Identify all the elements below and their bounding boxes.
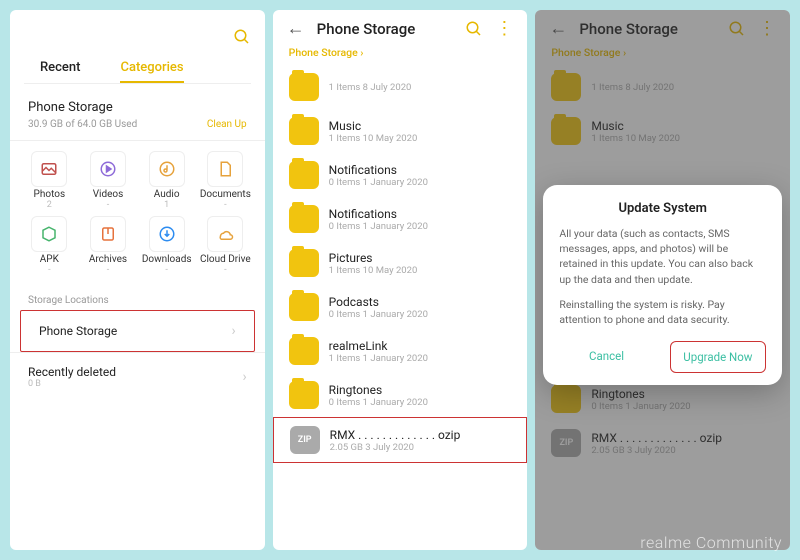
folder-icon <box>289 249 319 277</box>
screen-phone-storage: ← Phone Storage ⋮ Phone Storage › 1 Item… <box>273 10 528 550</box>
cat-cloud[interactable]: Cloud Drive- <box>196 216 255 275</box>
folder-icon <box>289 381 319 409</box>
list-item[interactable]: Ringtones0 Items 1 January 2020 <box>273 373 528 417</box>
list-item-ozip[interactable]: ZIPRMX . . . . . . . . . . . . . ozip2.0… <box>273 417 528 463</box>
folder-icon <box>289 161 319 189</box>
storage-title: Phone Storage <box>10 84 265 119</box>
folder-icon <box>289 117 319 145</box>
screen-categories: Recent Categories Phone Storage 30.9 GB … <box>10 10 265 550</box>
list-item[interactable]: Notifications0 Items 1 January 2020 <box>273 153 528 197</box>
list-item[interactable]: 1 Items 8 July 2020 <box>273 65 528 109</box>
cleanup-link[interactable]: Clean Up <box>207 119 247 130</box>
upgrade-now-button[interactable]: Upgrade Now <box>670 341 766 373</box>
cat-downloads[interactable]: Downloads- <box>137 216 196 275</box>
chevron-right-icon: › <box>242 369 246 385</box>
menu-icon[interactable]: ⋮ <box>495 20 513 38</box>
chevron-right-icon: › <box>231 323 235 339</box>
folder-icon <box>289 205 319 233</box>
cat-videos[interactable]: Videos- <box>79 151 138 210</box>
folder-icon <box>289 293 319 321</box>
folder-icon <box>289 73 319 101</box>
page-title: Phone Storage <box>317 20 466 38</box>
cat-apk[interactable]: APK- <box>20 216 79 275</box>
row-phone-storage[interactable]: Phone Storage› <box>20 310 255 352</box>
row-recently-deleted[interactable]: Recently deleted 0 B › <box>10 352 265 401</box>
list-item[interactable]: Podcasts0 Items 1 January 2020 <box>273 285 528 329</box>
cat-documents[interactable]: Documents- <box>196 151 255 210</box>
screen-update-dialog: ← Phone Storage ⋮ Phone Storage › 1 Item… <box>535 10 790 550</box>
folder-icon <box>289 337 319 365</box>
back-icon[interactable]: ← <box>287 20 305 38</box>
list-item[interactable]: Music1 Items 10 May 2020 <box>273 109 528 153</box>
list-item[interactable]: Pictures1 Items 10 May 2020 <box>273 241 528 285</box>
list-item[interactable]: realmeLink1 Items 1 January 2020 <box>273 329 528 373</box>
cat-archives[interactable]: Archives- <box>79 216 138 275</box>
cancel-button[interactable]: Cancel <box>559 341 653 373</box>
list-item[interactable]: Notifications0 Items 1 January 2020 <box>273 197 528 241</box>
dialog-text: Reinstalling the system is risky. Pay at… <box>559 297 766 327</box>
dialog-title: Update System <box>559 201 766 216</box>
search-icon[interactable] <box>465 20 483 38</box>
cat-audio[interactable]: Audio1 <box>137 151 196 210</box>
zip-icon: ZIP <box>290 426 320 454</box>
dialog-update-system: Update System All your data (such as con… <box>543 185 782 385</box>
section-storage-locations: Storage Locations <box>10 285 265 310</box>
watermark: realme Community <box>640 533 782 552</box>
search-icon[interactable] <box>233 28 251 46</box>
dialog-text: All your data (such as contacts, SMS mes… <box>559 226 766 287</box>
tab-recent[interactable]: Recent <box>40 60 80 83</box>
breadcrumb[interactable]: Phone Storage › <box>273 40 528 65</box>
storage-usage: 30.9 GB of 64.0 GB Used <box>28 119 137 130</box>
tab-categories[interactable]: Categories <box>120 60 183 83</box>
cat-photos[interactable]: Photos2 <box>20 151 79 210</box>
